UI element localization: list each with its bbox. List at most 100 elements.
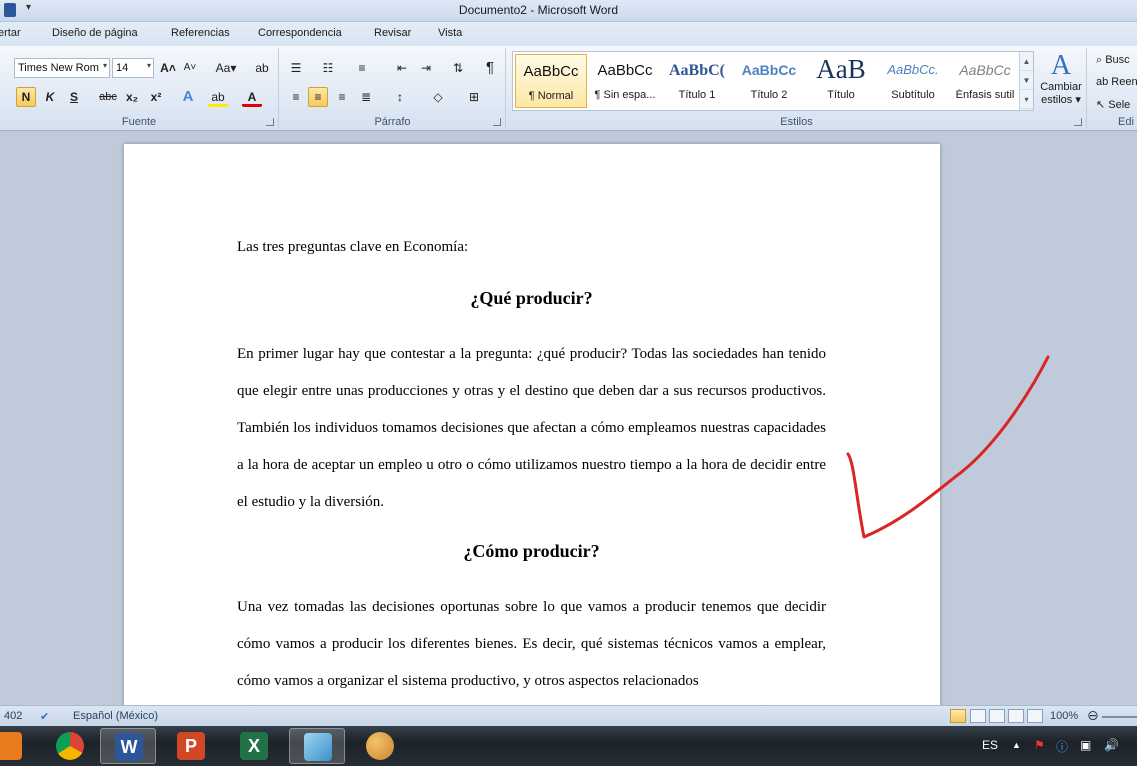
powerpoint-icon: P — [177, 732, 205, 760]
intro-line: Las tres preguntas clave en Economía: — [237, 239, 469, 255]
grow-font-button[interactable]: A˄ — [158, 58, 178, 78]
change-styles-label: Cambiar — [1040, 81, 1082, 93]
tab-view[interactable]: Vista — [438, 27, 462, 39]
tab-page-layout[interactable]: Diseño de página — [52, 27, 138, 39]
borders-icon[interactable]: ⊞ — [464, 87, 484, 107]
document-area[interactable]: Las tres preguntas clave en Economía: ¿Q… — [0, 132, 1137, 705]
decrease-indent-icon[interactable]: ⇤ — [392, 58, 412, 78]
draft-view-icon[interactable] — [1027, 709, 1043, 723]
shrink-font-label: A — [183, 62, 191, 73]
subscript-button[interactable]: x₂ — [122, 87, 142, 107]
info-icon[interactable]: ⓘ — [1056, 738, 1068, 755]
align-left-icon[interactable]: ≡ — [286, 87, 306, 107]
tab-insert[interactable]: ertar — [0, 27, 21, 39]
taskbar-excel[interactable]: X — [226, 728, 282, 764]
style-subtitle[interactable]: AaBbCc. Subtítulo — [877, 54, 949, 108]
paragraph-group: ☰ ☷ ≡ ⇤ ⇥ ⇅ ¶ ≡ ≡ ≡ ≣ ↕ ◇ ⊞ Párrafo — [280, 48, 506, 129]
italic-button[interactable]: K — [40, 87, 60, 107]
shrink-font-button[interactable]: A˅ — [180, 58, 200, 78]
font-size-combo[interactable]: 14 ▾ — [112, 58, 154, 78]
change-case-button[interactable]: Aa▾ — [212, 58, 240, 78]
taskbar-media-player[interactable] — [0, 728, 36, 764]
style-name: Título 2 — [750, 89, 788, 101]
bullets-icon[interactable]: ☰ — [286, 58, 306, 78]
style-heading-2[interactable]: AaBbCc Título 2 — [733, 54, 805, 108]
search-icon: ⌕ — [1096, 54, 1106, 66]
taskbar-powerpoint[interactable]: P — [163, 728, 219, 764]
style-name: ¶ Sin espa... — [594, 89, 656, 101]
style-preview: AaBbCc. — [887, 62, 939, 77]
taskbar: W P X ES ▲ ⚑ ⓘ ▣ 🔊 — [0, 726, 1137, 766]
justify-icon[interactable]: ≣ — [356, 87, 376, 107]
style-title[interactable]: AaB Título — [805, 54, 877, 108]
style-name: Subtítulo — [891, 89, 935, 101]
style-heading-1[interactable]: AaBbC( Título 1 — [661, 54, 733, 108]
increase-indent-icon[interactable]: ⇥ — [416, 58, 436, 78]
chrome-icon — [56, 732, 84, 760]
tab-mailings[interactable]: Correspondencia — [258, 27, 342, 39]
window-title: Documento2 - Microsoft Word — [458, 3, 619, 17]
word-count[interactable]: 402 — [4, 710, 22, 722]
action-center-flag-icon[interactable]: ⚑ — [1034, 738, 1045, 752]
change-styles-button[interactable]: A Cambiar estilos ▾ — [1036, 51, 1086, 113]
document-page[interactable]: Las tres preguntas clave en Economía: ¿Q… — [124, 144, 940, 705]
outline-view-icon[interactable] — [1008, 709, 1024, 723]
chevron-up-icon[interactable]: ▲ — [1020, 52, 1033, 71]
print-layout-view-icon[interactable] — [950, 709, 966, 723]
red-checkmark-annotation — [846, 355, 1050, 539]
editing-group: ⌕ Busc ab Reen ↖ Sele Edi — [1088, 48, 1137, 129]
font-dialog-launcher-icon[interactable] — [266, 118, 274, 126]
zoom-slider[interactable] — [1102, 716, 1137, 718]
chevron-down-icon[interactable]: ▼ — [1020, 71, 1033, 90]
title-bar: ▾ Documento2 - Microsoft Word — [0, 0, 1137, 22]
multilevel-list-icon[interactable]: ≡ — [352, 58, 372, 78]
app-icon — [304, 733, 332, 761]
tab-references[interactable]: Referencias — [171, 27, 230, 39]
sort-icon[interactable]: ⇅ — [448, 58, 468, 78]
line-spacing-icon[interactable]: ↕ — [390, 87, 410, 107]
text-effects-button[interactable]: A — [178, 87, 198, 107]
zoom-level[interactable]: 100% — [1050, 710, 1078, 722]
select-button[interactable]: ↖ Sele — [1096, 98, 1130, 111]
clear-format-icon[interactable]: ab — [252, 58, 272, 78]
status-bar: 402 ✔ Español (México) 100% ⊖ — [0, 705, 1137, 726]
style-no-spacing[interactable]: AaBbCc ¶ Sin espa... — [589, 54, 661, 108]
input-language[interactable]: ES — [982, 738, 998, 752]
more-icon[interactable]: ▾ — [1020, 90, 1033, 109]
proofing-icon[interactable]: ✔ — [40, 710, 49, 723]
show-hidden-icons[interactable]: ▲ — [1012, 740, 1021, 750]
highlight-button[interactable]: ab — [208, 87, 228, 107]
font-color-button[interactable]: A — [242, 87, 262, 107]
align-right-icon[interactable]: ≡ — [332, 87, 352, 107]
taskbar-paint[interactable] — [352, 728, 408, 764]
replace-button[interactable]: ab Reen — [1096, 76, 1137, 88]
styles-dialog-launcher-icon[interactable] — [1074, 118, 1082, 126]
find-button[interactable]: ⌕ Busc — [1096, 54, 1130, 67]
grow-font-label: A — [160, 61, 169, 75]
font-group-label: Fuente — [121, 116, 157, 128]
taskbar-word[interactable]: W — [100, 728, 156, 764]
underline-button[interactable]: S — [64, 87, 84, 107]
superscript-button[interactable]: x² — [146, 87, 166, 107]
numbering-icon[interactable]: ☷ — [318, 58, 338, 78]
style-normal[interactable]: AaBbCc ¶ Normal — [515, 54, 587, 108]
styles-gallery-scroll[interactable]: ▲ ▼ ▾ — [1019, 52, 1033, 110]
bold-button[interactable]: N — [16, 87, 36, 107]
show-formatting-button[interactable]: ¶ — [480, 58, 500, 78]
web-layout-view-icon[interactable] — [989, 709, 1005, 723]
shading-icon[interactable]: ◇ — [428, 87, 448, 107]
language-indicator[interactable]: Español (México) — [73, 710, 158, 722]
paragraph-dialog-launcher-icon[interactable] — [493, 118, 501, 126]
taskbar-chrome[interactable] — [42, 728, 98, 764]
zoom-out-icon[interactable]: ⊖ — [1087, 707, 1099, 724]
tab-review[interactable]: Revisar — [374, 27, 411, 39]
font-name-combo[interactable]: Times New Rom ▾ — [14, 58, 110, 78]
ribbon: Times New Rom ▾ 14 ▾ A˄ A˅ Aa▾ ab N K S … — [0, 46, 1137, 131]
network-icon[interactable]: ▣ — [1080, 738, 1091, 752]
full-screen-reading-view-icon[interactable] — [970, 709, 986, 723]
volume-icon[interactable]: 🔊 — [1104, 738, 1119, 752]
taskbar-app-5[interactable] — [289, 728, 345, 764]
style-subtle-emphasis[interactable]: AaBbCc Énfasis sutil — [949, 54, 1021, 108]
strikethrough-button[interactable]: abc — [96, 87, 120, 107]
align-center-icon[interactable]: ≡ — [308, 87, 328, 107]
